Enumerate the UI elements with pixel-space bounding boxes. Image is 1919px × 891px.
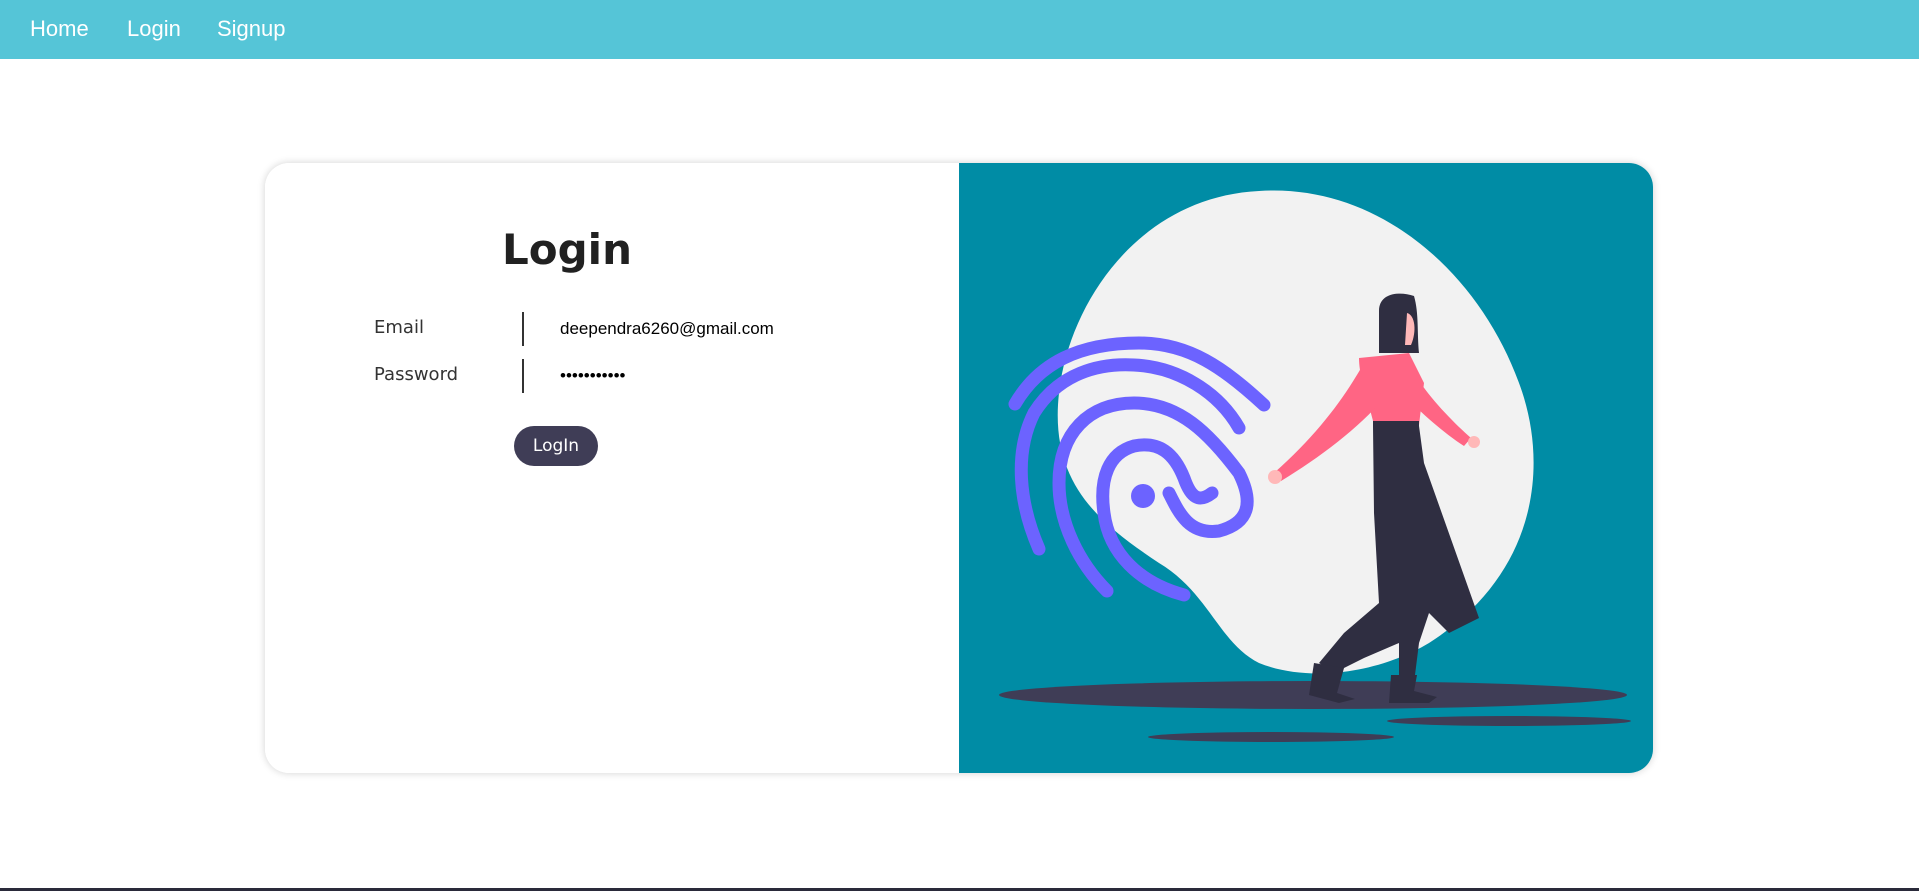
email-label: Email bbox=[374, 317, 424, 338]
password-field[interactable] bbox=[522, 359, 822, 393]
ground-shadow-small-1 bbox=[1148, 732, 1394, 742]
email-field[interactable] bbox=[522, 312, 822, 346]
ground-shadow-small-2 bbox=[1387, 716, 1631, 726]
login-card: Login Email Password LogIn bbox=[265, 163, 1653, 773]
top-navbar: Home Login Signup bbox=[0, 0, 1919, 59]
login-title: Login bbox=[502, 225, 632, 274]
nav-home-link[interactable]: Home bbox=[30, 16, 89, 42]
fingerprint-center bbox=[1131, 484, 1155, 508]
nav-signup-link[interactable]: Signup bbox=[217, 16, 286, 42]
fingerprint-illustration bbox=[999, 190, 1631, 742]
login-button[interactable]: LogIn bbox=[514, 426, 598, 466]
password-label: Password bbox=[374, 364, 459, 385]
illustration-pane bbox=[959, 163, 1653, 773]
nav-login-link[interactable]: Login bbox=[127, 16, 181, 42]
login-form-pane: Login Email Password LogIn bbox=[265, 163, 959, 773]
